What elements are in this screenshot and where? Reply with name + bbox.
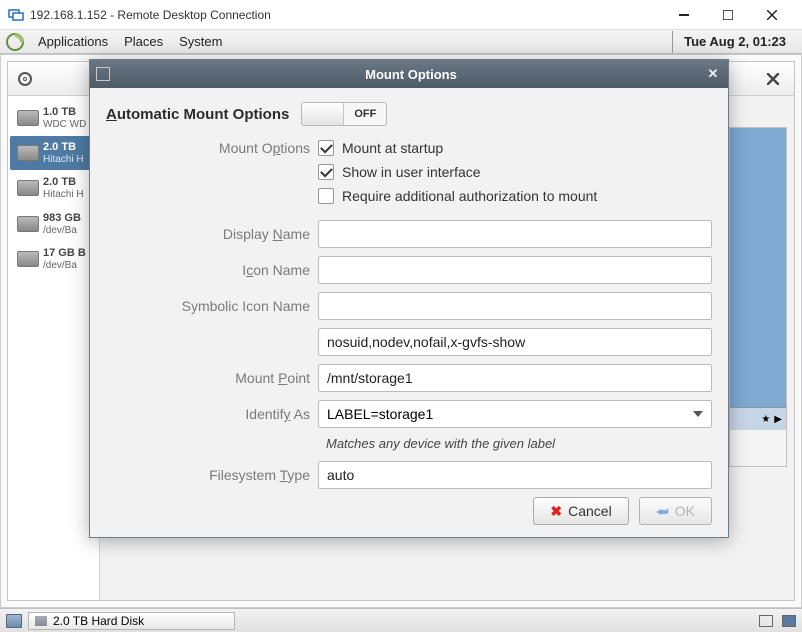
device-list: 1.0 TBWDC WD 2.0 TBHitachi H 2.0 TBHitac… — [8, 96, 100, 600]
menu-system[interactable]: System — [171, 34, 230, 49]
show-desktop-button[interactable] — [6, 614, 22, 628]
filesystem-type-input[interactable] — [318, 461, 712, 489]
automatic-toggle[interactable]: OFF — [301, 102, 387, 126]
label-mount-options: Mount Options — [106, 140, 318, 156]
dialog-titlebar[interactable]: Mount Options ✕ — [90, 60, 728, 88]
check-show-in-ui[interactable]: Show in user interface — [318, 164, 481, 180]
cancel-icon: ✖ — [550, 503, 562, 520]
mount-point-input[interactable] — [318, 364, 712, 392]
ok-button[interactable]: ⮨ OK — [639, 497, 712, 525]
chevron-down-icon — [693, 411, 703, 417]
device-row[interactable]: 2.0 TBHitachi H — [10, 171, 97, 205]
label-symbolic-icon-name: Symbolic Icon Name — [106, 298, 318, 314]
identify-as-select[interactable]: LABEL=storage1 — [318, 400, 712, 428]
close-button[interactable] — [750, 0, 794, 30]
checkbox-icon — [318, 188, 334, 204]
desktop-area: 1.0 TBWDC WD 2.0 TBHitachi H 2.0 TBHitac… — [0, 54, 802, 608]
checkbox-icon — [318, 140, 334, 156]
menu-applications[interactable]: Applications — [30, 34, 116, 49]
hard-disk-icon — [17, 251, 39, 267]
dialog-title: Mount Options — [118, 67, 704, 82]
volume-map: ★ ▶ — [729, 127, 787, 467]
display-name-input[interactable] — [318, 220, 712, 248]
label-filesystem-type: Filesystem Type — [106, 467, 318, 483]
taskbar-task[interactable]: 2.0 TB Hard Disk — [28, 612, 235, 630]
hard-disk-icon — [17, 145, 39, 161]
device-row[interactable]: 983 GB/dev/Ba — [10, 207, 97, 241]
ok-icon: ⮨ — [656, 503, 669, 520]
task-label: 2.0 TB Hard Disk — [53, 614, 144, 628]
power-icon[interactable] — [18, 72, 32, 86]
identify-hint: Matches any device with the given label — [326, 436, 712, 451]
label-mount-point: Mount Point — [106, 370, 318, 386]
tray-icon[interactable] — [759, 615, 773, 627]
toggle-label: OFF — [344, 103, 386, 125]
desktop-panel: Applications Places System Tue Aug 2, 01… — [0, 30, 802, 54]
rdp-icon — [8, 7, 24, 23]
icon-name-input[interactable] — [318, 256, 712, 284]
star-icon[interactable]: ★ — [761, 414, 770, 425]
play-icon[interactable]: ▶ — [774, 414, 782, 425]
maximize-button[interactable] — [706, 0, 750, 30]
dialog-close-button[interactable]: ✕ — [704, 65, 722, 83]
device-row-selected[interactable]: 2.0 TBHitachi H — [10, 136, 97, 170]
label-identify-as: Identify As — [106, 406, 318, 422]
rdp-titlebar: 192.168.1.152 - Remote Desktop Connectio… — [0, 0, 802, 30]
label-display-name: Display Name — [106, 226, 318, 242]
cancel-button[interactable]: ✖ Cancel — [533, 497, 628, 525]
identify-as-value: LABEL=storage1 — [327, 406, 433, 422]
disks-close-button[interactable] — [762, 68, 784, 90]
hard-disk-icon — [17, 110, 39, 126]
menu-places[interactable]: Places — [116, 34, 171, 49]
tray-icon[interactable] — [782, 615, 796, 627]
panel-clock[interactable]: Tue Aug 2, 01:23 — [684, 34, 786, 49]
mount-flags-input[interactable] — [318, 328, 712, 356]
window-icon — [96, 67, 110, 81]
bottom-taskbar: 2.0 TB Hard Disk — [0, 608, 802, 632]
label-icon-name: Icon Name — [106, 262, 318, 278]
partition-block[interactable] — [730, 128, 786, 408]
window-icon — [35, 616, 47, 626]
hard-disk-icon — [17, 180, 39, 196]
checkbox-icon — [318, 164, 334, 180]
minimize-button[interactable] — [662, 0, 706, 30]
mount-options-dialog: Mount Options ✕ Automatic Mount Options … — [89, 59, 729, 538]
device-row[interactable]: 1.0 TBWDC WD — [10, 101, 97, 135]
automatic-heading: Automatic Mount Options — [106, 106, 289, 123]
check-mount-at-startup[interactable]: Mount at startup — [318, 140, 443, 156]
check-require-auth[interactable]: Require additional authorization to moun… — [318, 188, 597, 204]
hard-disk-icon — [17, 216, 39, 232]
symbolic-icon-name-input[interactable] — [318, 292, 712, 320]
rdp-title: 192.168.1.152 - Remote Desktop Connectio… — [30, 8, 271, 22]
device-row[interactable]: 17 GB B/dev/Ba — [10, 242, 97, 276]
volume-actions: ★ ▶ — [730, 408, 786, 430]
distro-icon[interactable] — [6, 33, 24, 51]
